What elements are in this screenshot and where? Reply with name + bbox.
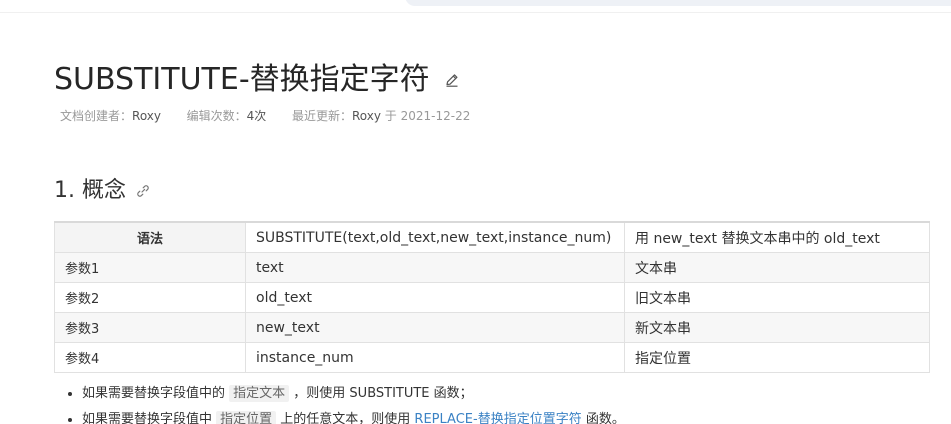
- section-heading: 1. 概念: [54, 178, 126, 203]
- section-heading-row: 1. 概念: [54, 172, 150, 204]
- header-cell-description: 用 new_text 替换文本串中的 old_text: [624, 221, 930, 253]
- table-row: 参数4 instance_num 指定位置: [54, 342, 930, 373]
- replace-function-link[interactable]: REPLACE-替换指定位置字符: [414, 412, 581, 424]
- notes-list: 如果需要替换字段值中的 指定文本 ，则使用 SUBSTITUTE 函数； 如果需…: [54, 381, 942, 424]
- param-desc: 新文本串: [624, 312, 930, 343]
- param-desc: 指定位置: [624, 342, 930, 373]
- pencil-edit-icon[interactable]: [444, 72, 460, 88]
- syntax-table: 语法 SUBSTITUTE(text,old_text,new_text,ins…: [54, 221, 930, 373]
- updated-date: 2021-12-22: [400, 109, 471, 123]
- top-search-area: [405, 0, 951, 6]
- param-name: instance_num: [245, 342, 625, 373]
- title-row: SUBSTITUTE-替换指定字符: [54, 54, 460, 98]
- page-title: SUBSTITUTE-替换指定字符: [54, 62, 430, 97]
- table-row: 参数2 old_text 旧文本串: [54, 282, 930, 313]
- param-desc: 文本串: [624, 252, 930, 283]
- edits-label: 编辑次数：: [186, 109, 247, 123]
- header-cell-formula: SUBSTITUTE(text,old_text,new_text,instan…: [245, 221, 625, 253]
- param-label: 参数2: [54, 282, 246, 313]
- param-name: new_text: [245, 312, 625, 343]
- param-label: 参数1: [54, 252, 246, 283]
- creator-label: 文档创建者：: [60, 109, 133, 123]
- updated-sep: 于: [380, 109, 401, 123]
- table-header-row: 语法 SUBSTITUTE(text,old_text,new_text,ins…: [54, 221, 930, 253]
- page: SUBSTITUTE-替换指定字符 文档创建者：Roxy 编辑次数：4次 最近更…: [0, 0, 951, 424]
- updated-by: Roxy: [351, 109, 381, 123]
- param-name: old_text: [245, 282, 625, 313]
- note-text: 上的任意文本，则使用: [276, 412, 415, 424]
- param-label: 参数4: [54, 342, 246, 373]
- param-label: 参数3: [54, 312, 246, 343]
- inline-code: 指定位置: [216, 411, 277, 424]
- table-row: 参数1 text 文本串: [54, 252, 930, 283]
- doc-meta: 文档创建者：Roxy 编辑次数：4次 最近更新：Roxy 于 2021-12-2…: [60, 107, 470, 124]
- param-name: text: [245, 252, 625, 283]
- table-row: 参数3 new_text 新文本串: [54, 312, 930, 343]
- header-cell-syntax: 语法: [54, 221, 246, 253]
- note-text: 如果需要替换字段值中: [82, 412, 217, 424]
- note-text: 如果需要替换字段值中的: [82, 386, 230, 401]
- top-strip: [0, 0, 951, 13]
- edits-count: 4次: [246, 109, 267, 123]
- note-text: ，则使用 SUBSTITUTE 函数；: [289, 386, 473, 401]
- creator-name: Roxy: [132, 109, 161, 123]
- link-anchor-icon[interactable]: [136, 183, 150, 197]
- inline-code: 指定文本: [229, 385, 290, 402]
- list-item: 如果需要替换字段值中的 指定文本 ，则使用 SUBSTITUTE 函数；: [82, 381, 942, 407]
- note-text: 函数。: [581, 412, 625, 424]
- param-desc: 旧文本串: [624, 282, 930, 313]
- updated-label: 最近更新：: [291, 109, 352, 123]
- list-item: 如果需要替换字段值中 指定位置 上的任意文本，则使用 REPLACE-替换指定位…: [82, 407, 942, 424]
